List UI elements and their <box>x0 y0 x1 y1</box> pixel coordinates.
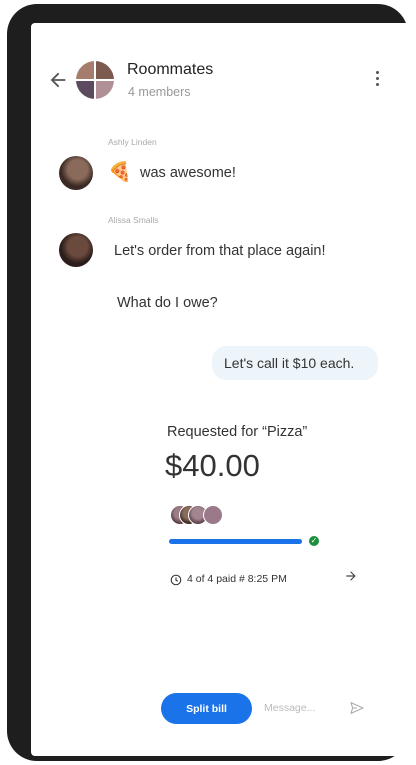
member-count: 4 members <box>128 85 191 99</box>
more-vert-icon[interactable] <box>367 71 387 91</box>
payment-status: 4 of 4 paid # 8:25 PM <box>187 573 287 585</box>
phone-frame: Roommates 4 members Ashly Linden 🍕 was a… <box>7 4 412 761</box>
request-amount: $40.00 <box>165 448 260 483</box>
clock-icon <box>170 573 182 586</box>
pizza-icon: 🍕 <box>108 162 132 183</box>
split-bill-button[interactable]: Split bill <box>161 693 252 724</box>
message-text: What do I owe? <box>117 295 218 311</box>
group-avatar[interactable] <box>76 61 114 99</box>
back-arrow-icon[interactable] <box>47 69 69 91</box>
message-input[interactable] <box>264 700 334 716</box>
chat-title: Roommates <box>127 61 214 78</box>
message-text: Let's order from that place again! <box>114 243 326 259</box>
outgoing-message: Let's call it $10 each. <box>212 346 378 380</box>
send-icon[interactable] <box>349 700 365 716</box>
payment-progress-bar <box>169 539 302 544</box>
sender-name: Alissa Smalls <box>108 215 159 225</box>
avatar[interactable] <box>59 156 93 190</box>
request-title: Requested for “Pizza” <box>167 424 308 440</box>
message-text: Let's call it $10 each. <box>224 355 355 371</box>
check-icon: ✓ <box>309 536 319 546</box>
screen: Roommates 4 members Ashly Linden 🍕 was a… <box>31 23 412 756</box>
message-text: was awesome! <box>140 165 236 181</box>
arrow-forward-icon[interactable] <box>344 569 358 587</box>
sender-name: Ashly Linden <box>108 137 157 147</box>
payer-avatars <box>170 505 230 525</box>
progress-fill <box>169 539 302 544</box>
avatar[interactable] <box>59 233 93 267</box>
avatar <box>203 505 223 525</box>
